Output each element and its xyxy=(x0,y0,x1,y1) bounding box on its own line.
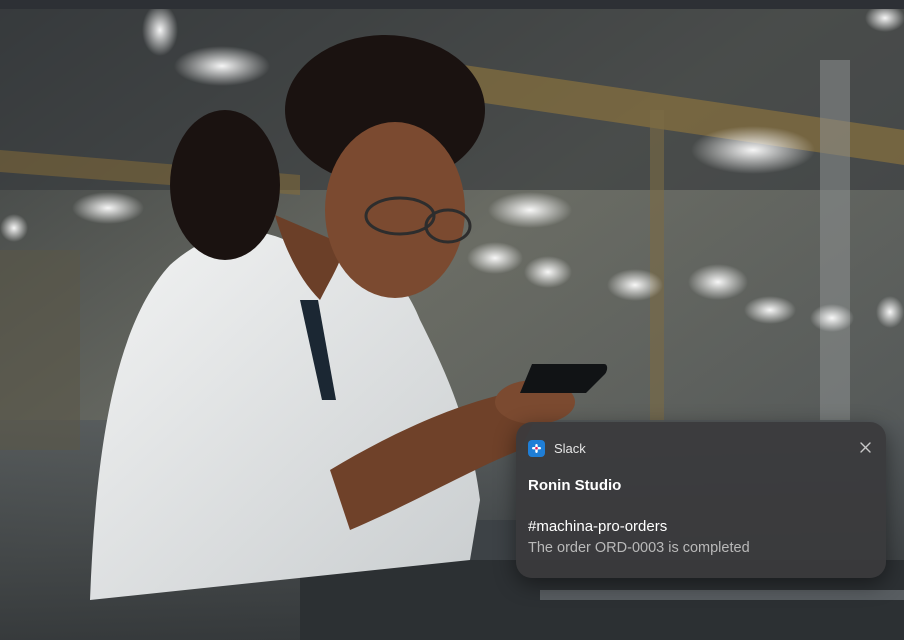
slack-icon xyxy=(528,439,545,457)
notification-sender: Ronin Studio xyxy=(528,477,622,494)
desktop-stage: Slack Ronin Studio #machina-pro-orders T… xyxy=(0,0,904,640)
notification-channel: #machina-pro-orders xyxy=(528,518,668,535)
notification-message: The order ORD-0003 is completed xyxy=(528,540,750,556)
window-top-edge xyxy=(0,0,904,9)
slack-notification-toast[interactable]: Slack Ronin Studio #machina-pro-orders T… xyxy=(516,422,886,578)
notification-app-name: Slack xyxy=(554,440,586,456)
close-icon[interactable] xyxy=(856,438,874,456)
notification-app-header: Slack xyxy=(528,438,586,458)
